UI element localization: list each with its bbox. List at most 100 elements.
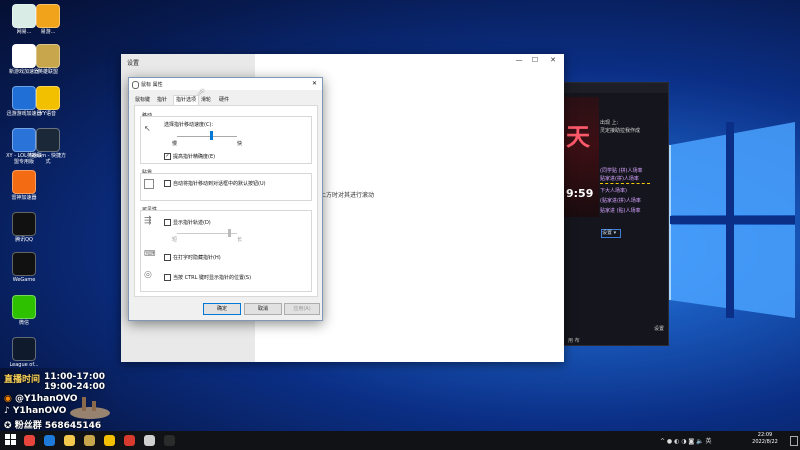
douyin-handle: ♪ Y1hanOVO [4,406,67,416]
apply-button[interactable]: 应用(A) [284,303,320,315]
chat-line: 下大人场率) [600,188,627,194]
app-icon [36,128,60,152]
notification-icon[interactable] [790,436,798,446]
dialog-close-button[interactable]: ✕ [312,80,317,87]
desktop-icon[interactable]: League of... [4,337,44,368]
app-icon [12,337,36,361]
app-icon [36,86,60,110]
app-icon [36,4,60,28]
desktop-icon[interactable]: YY语音 [28,86,68,117]
taskbar-start-icon[interactable] [4,433,19,448]
schedule-time-2: 19:00-24:00 [44,382,106,392]
desktop-icon-label: 雷神加速器 [11,195,37,201]
chat-line: 出现 上: [600,120,619,126]
taskbar-yy-icon[interactable] [104,435,115,446]
trails-icon: ⇶ [144,216,152,226]
hide-typing-icon: ⌨ [144,249,156,258]
taskbar: ^ ● ◐ ◑ ◙ 🔈 英 22:09 2022/8/22 [0,431,800,450]
mouse-icon [132,81,139,89]
app-icon [12,295,36,319]
bottom-settings-button[interactable]: 设置 [654,325,664,332]
trails-checkbox-row[interactable]: 显示指针轨迹(D) [164,219,211,226]
cancel-button[interactable]: 取消 [244,303,282,315]
snap-checkbox-row[interactable]: 自动将指针移动到对话框中的默认按钮(U) [164,180,266,187]
live-stream-app-window[interactable]: 天 9:59 ◆ 出现 上: 灵定接助拉我作成 (同学贴 (拼)人场率贴家进(拼)人… [554,82,669,346]
chat-line: 贴家进(拼)人场率 [600,176,639,182]
taskbar-lol-icon[interactable] [84,435,95,446]
taskbar-app-dark-icon[interactable] [164,435,175,446]
desktop-icon-label: WeGame [12,277,36,283]
tray-date: 2022/8/22 [752,439,778,445]
precision-checkbox[interactable]: ✓ [164,153,171,160]
desktop-icon-label: 易游... [40,29,56,35]
desktop-icon[interactable]: 易游... [28,4,68,35]
desktop-icon[interactable]: 英雄联盟 [28,44,68,75]
desktop-icon[interactable]: WeGame [4,252,44,283]
taskbar-app-red-icon[interactable] [124,435,135,446]
speed-fast-label: 快 [237,141,243,147]
desktop-icon[interactable]: 微信 [4,295,44,326]
taskbar-explorer-icon[interactable] [64,435,75,446]
trails-long-label: 长 [237,237,243,243]
settings-title: 设置 [127,60,140,67]
side-text: 用 布 [568,338,580,344]
close-button[interactable]: ✕ [547,56,559,66]
app-icon [12,252,36,276]
settings-body-text: 上方时对其进行滚动 [320,192,375,199]
taskbar-chrome-icon[interactable] [24,435,35,446]
weibo-handle: ◉ @Y1hanOVO [4,394,78,404]
tray-clock[interactable]: 22:09 2022/8/22 [745,432,785,446]
app-icon [12,212,36,236]
pointer-speed-track [177,136,237,137]
tab-1[interactable]: 指针 [155,96,169,105]
settings-select[interactable]: 设置 ▾ [601,229,621,238]
tray-icons[interactable]: ^ ● ◐ ◑ ◙ 🔈 英 [660,436,711,445]
desktop-icon-label: 微信 [18,320,29,326]
trails-slider[interactable] [228,229,231,237]
preview-red-text: 天 [566,123,590,151]
ctrl-locate-icon: ◎ [144,270,152,280]
qq-icon: ✪ [4,421,12,431]
stream-preview: 天 9:59 ◆ [554,97,599,217]
pointer-speed-label: 选择指针移动速度(C): [164,122,214,128]
ctrl-locate-checkbox-row[interactable]: 当按 CTRL 键时显示指针的位置(S) [164,274,251,281]
pointer-speed-slider[interactable] [210,131,213,140]
precision-checkbox-row[interactable]: ✓ 提高指针精确度(E) [164,153,215,160]
desktop-icon-label: Steam - 快捷方式 [29,153,67,165]
schedule-time-1: 11:00-17:00 [44,372,106,382]
tab-4[interactable]: 硬件 [217,96,231,105]
chat-panel: 出现 上: 灵定接助拉我作成 (同学贴 (拼)人场率 贴家进(拼)人场率 下大人场率) (… [600,97,664,237]
taskbar-edge-icon[interactable] [44,435,55,446]
trails-checkbox[interactable] [164,219,171,226]
desktop-icon-label: 英雄联盟 [37,69,58,75]
app-icon [12,170,36,194]
dialog-title: 鼠标 属性 [141,82,163,88]
hide-typing-checkbox-row[interactable]: 在打字时隐藏指针(H) [164,254,221,261]
schedule-label: 直播时间 [4,375,41,385]
hide-typing-checkbox[interactable] [164,254,171,261]
minimize-button[interactable]: — [513,56,525,66]
app-icon [36,44,60,68]
desktop-icon[interactable]: 雷神加速器 [4,170,44,201]
chat-line: 灵定接助拉我作成 [600,128,641,134]
tab-0[interactable]: 鼠标键 [133,96,152,105]
progress-dots [600,183,650,185]
snap-icon [144,179,154,189]
desktop-icon[interactable]: Steam - 快捷方式 [28,128,68,165]
speed-slow-label: 慢 [172,141,178,147]
mouse-cursor: ➚ [197,87,206,98]
trails-short-label: 短 [172,237,178,243]
desktop-icon[interactable]: 腾讯QQ [4,212,44,243]
ok-button[interactable]: 确定 [203,303,241,315]
ctrl-locate-checkbox[interactable] [164,274,171,281]
snap-group [140,173,312,201]
mouse-properties-dialog[interactable]: 鼠标 属性 ✕ 鼠标键指针指针选项滑轮硬件 移动 ↖ 选择指针移动速度(C): … [128,77,323,321]
taskbar-settings-icon[interactable] [144,435,155,446]
desktop-icon-label: YY语音 [39,111,57,117]
snap-checkbox[interactable] [164,180,171,187]
chat-line: 贴家进 (贴)人场率 [600,208,641,214]
maximize-button[interactable]: ☐ [529,56,541,66]
chat-line: (同学贴 (拼)人场率 [600,168,643,174]
chat-line: (贴家进(拼)人场率 [600,198,641,204]
douyin-icon: ♪ [4,406,10,416]
